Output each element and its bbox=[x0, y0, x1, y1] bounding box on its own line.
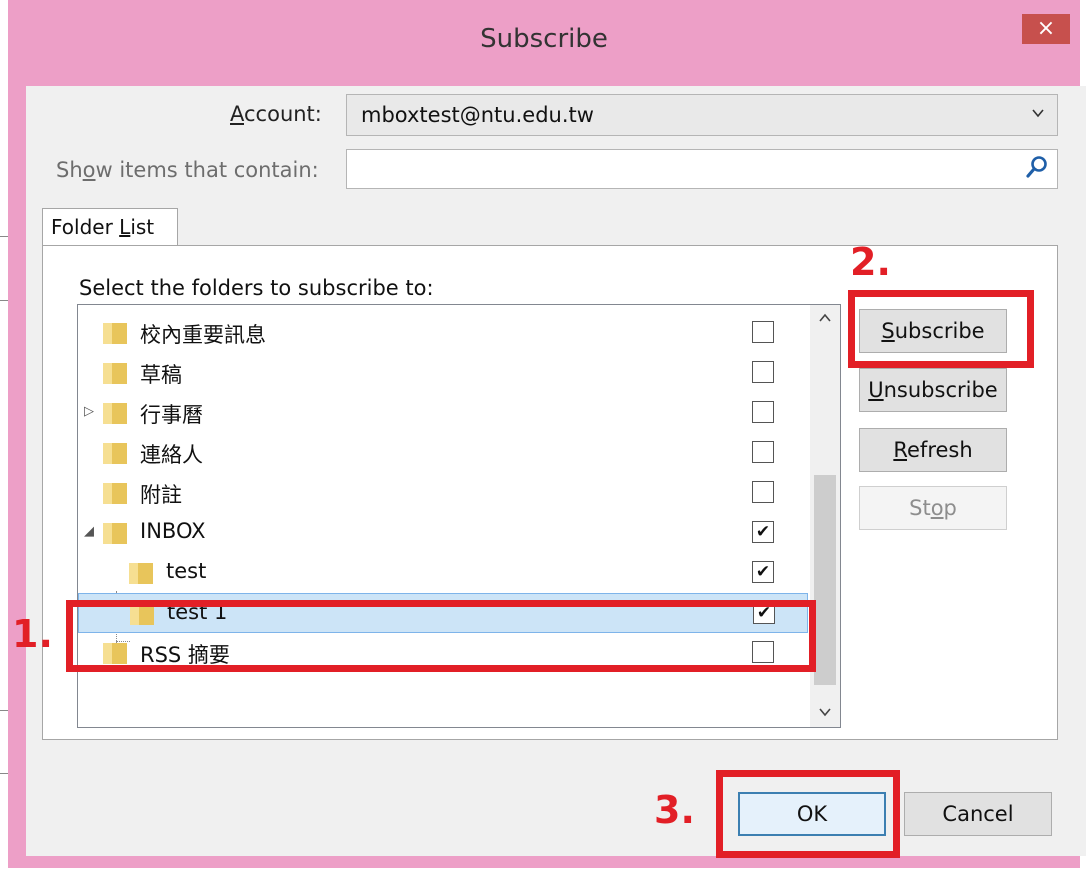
filter-label-text: w items that contain: bbox=[95, 158, 319, 182]
stop-accel: o bbox=[930, 496, 944, 520]
folder-icon bbox=[102, 401, 128, 425]
scrollbar-thumb[interactable] bbox=[814, 475, 836, 685]
edge-mark bbox=[0, 300, 8, 301]
step-3-label: 3. bbox=[654, 788, 695, 832]
folder-name: 校內重要訊息 bbox=[140, 323, 266, 347]
edge-mark bbox=[0, 710, 8, 711]
chevron-down-icon bbox=[1031, 105, 1045, 124]
subscribe-checkbox[interactable] bbox=[752, 481, 774, 503]
close-button[interactable]: × bbox=[1022, 14, 1070, 44]
expand-icon[interactable]: ▷ bbox=[84, 404, 94, 419]
account-value: mboxtest@ntu.edu.tw bbox=[361, 103, 594, 127]
folder-row[interactable]: ▷ 行事曆 bbox=[78, 393, 808, 433]
folder-icon bbox=[102, 521, 128, 545]
close-icon: × bbox=[1036, 16, 1056, 41]
folder-row[interactable]: ◢ INBOX ✔ bbox=[78, 513, 808, 553]
tab-folder-list[interactable]: Folder List bbox=[42, 208, 178, 246]
refresh-label: efresh bbox=[907, 438, 973, 462]
cancel-button[interactable]: Cancel bbox=[904, 792, 1052, 836]
chevron-down-icon[interactable] bbox=[819, 705, 831, 721]
filter-label: Show items that contain: bbox=[56, 158, 319, 182]
chevron-up-icon[interactable] bbox=[819, 311, 831, 327]
subscribe-checkbox[interactable] bbox=[752, 321, 774, 343]
highlight-box-step3 bbox=[716, 770, 900, 858]
edge-mark bbox=[0, 236, 8, 237]
instruction-text: Select the folders to subscribe to: bbox=[79, 276, 434, 300]
filter-input[interactable] bbox=[346, 149, 1058, 189]
folder-icon bbox=[102, 441, 128, 465]
subscribe-dialog: Subscribe × Account: mboxtest@ntu.edu.tw… bbox=[8, 0, 1086, 868]
subscribe-checkbox[interactable]: ✔ bbox=[752, 521, 774, 543]
tab-label-accel: L bbox=[119, 215, 131, 239]
subscribe-checkbox[interactable]: ✔ bbox=[752, 561, 774, 583]
refresh-accel: R bbox=[893, 438, 907, 462]
folder-row[interactable]: test ✔ bbox=[78, 553, 808, 593]
filter-label-accel: o bbox=[82, 158, 96, 182]
stop-label-pre: St bbox=[909, 496, 931, 520]
dialog-body: Account: mboxtest@ntu.edu.tw Show items … bbox=[26, 86, 1086, 856]
folder-name: 連絡人 bbox=[140, 443, 203, 467]
folder-name: INBOX bbox=[140, 519, 206, 543]
account-label-accel: A bbox=[230, 102, 244, 126]
folder-row[interactable]: 連絡人 bbox=[78, 433, 808, 473]
highlight-box-step2 bbox=[848, 290, 1034, 368]
tab-label-text: ist bbox=[130, 215, 155, 239]
unsubscribe-label: nsubscribe bbox=[883, 378, 998, 402]
account-label: Account: bbox=[230, 102, 322, 126]
unsubscribe-accel: U bbox=[868, 378, 884, 402]
collapse-icon[interactable]: ◢ bbox=[84, 524, 94, 539]
subscribe-checkbox[interactable] bbox=[752, 401, 774, 423]
folder-icon bbox=[102, 361, 128, 385]
step-1-label: 1. bbox=[12, 612, 53, 656]
account-select[interactable]: mboxtest@ntu.edu.tw bbox=[346, 94, 1058, 136]
unsubscribe-button[interactable]: Unsubscribe bbox=[859, 368, 1007, 412]
filter-label-pre: Sh bbox=[56, 158, 83, 182]
edge-mark bbox=[0, 773, 8, 774]
refresh-button[interactable]: Refresh bbox=[859, 428, 1007, 472]
folder-name: 附註 bbox=[140, 483, 182, 507]
folder-name: test bbox=[166, 559, 207, 583]
stop-label: p bbox=[943, 496, 957, 520]
folder-row[interactable]: 校內重要訊息 bbox=[78, 313, 808, 353]
step-2-label: 2. bbox=[850, 240, 891, 284]
highlight-box-step1 bbox=[66, 600, 816, 672]
search-icon[interactable] bbox=[1023, 153, 1051, 187]
dialog-title: Subscribe bbox=[480, 24, 608, 54]
tab-label-pre: Folder bbox=[51, 215, 120, 239]
subscribe-checkbox[interactable] bbox=[752, 441, 774, 463]
folder-row[interactable]: 草稿 bbox=[78, 353, 808, 393]
title-bar[interactable]: Subscribe × bbox=[8, 0, 1080, 86]
subscribe-checkbox[interactable] bbox=[752, 361, 774, 383]
folder-icon bbox=[102, 481, 128, 505]
folder-name: 行事曆 bbox=[140, 403, 203, 427]
stop-button[interactable]: Stop bbox=[859, 486, 1007, 530]
account-label-text: ccount: bbox=[244, 102, 322, 126]
folder-name: 草稿 bbox=[140, 363, 182, 387]
folder-icon bbox=[102, 321, 128, 345]
folder-icon bbox=[128, 561, 154, 585]
folder-row[interactable]: 附註 bbox=[78, 473, 808, 513]
